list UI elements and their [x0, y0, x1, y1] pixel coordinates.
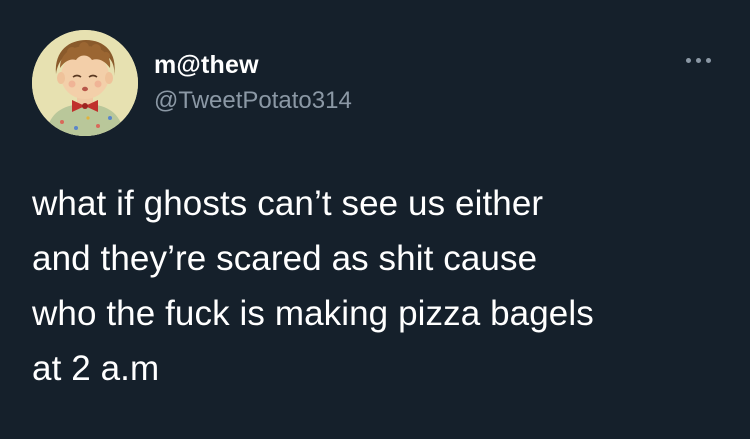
cartoon-boy-avatar-icon: [32, 30, 138, 136]
avatar[interactable]: [32, 30, 138, 136]
more-options-icon[interactable]: [678, 48, 718, 72]
tweet-card: m@thew @TweetPotato314 what if ghosts ca…: [0, 0, 750, 439]
more-dot: [685, 57, 691, 63]
more-dot: [705, 57, 711, 63]
user-handle[interactable]: @TweetPotato314: [154, 87, 352, 115]
display-name[interactable]: m@thew: [154, 50, 259, 80]
more-dot: [695, 57, 701, 63]
tweet-text: what if ghosts can’t see us either and t…: [32, 184, 594, 388]
